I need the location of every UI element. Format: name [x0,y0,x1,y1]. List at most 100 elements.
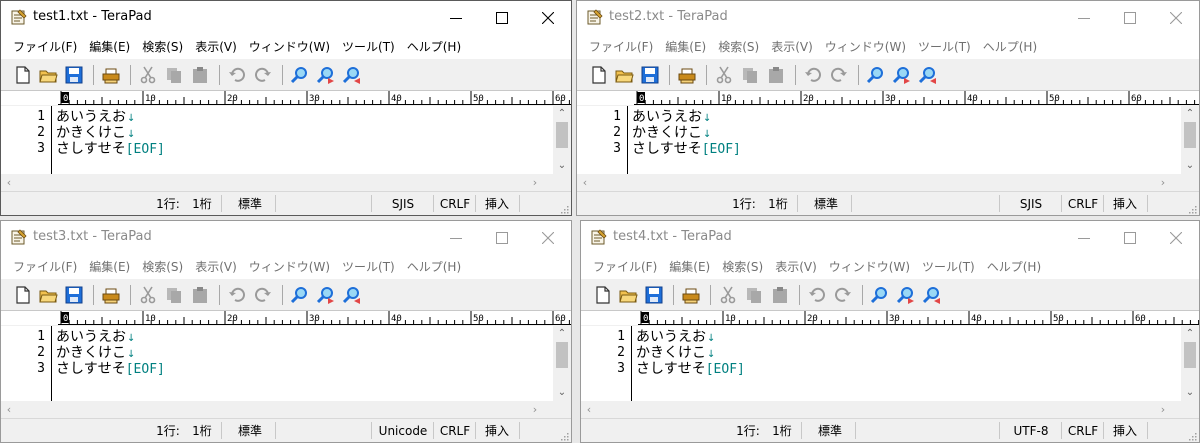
search-button[interactable] [290,65,310,85]
save-button[interactable] [64,65,84,85]
copy-button[interactable] [164,285,184,305]
menu-search[interactable]: 検索(S) [714,35,763,59]
menu-edit[interactable]: 編集(E) [85,255,134,279]
terapad-app-icon[interactable] [591,229,607,245]
undo-button[interactable] [803,65,823,85]
editor-area[interactable]: 1 2 3 あいうえお↓ かきくけこ↓ さしすせそ[EOF] ⌃ ⌄ [1,326,571,401]
search-button[interactable] [870,285,890,305]
menu-view[interactable]: 表示(V) [191,35,241,59]
horizontal-scrollbar[interactable]: ‹ › [581,401,1181,418]
close-button[interactable] [1153,1,1199,35]
paste-button[interactable] [190,65,210,85]
undo-button[interactable] [227,285,247,305]
redo-button[interactable] [253,285,273,305]
scroll-up-icon[interactable]: ⌃ [1181,106,1199,122]
menu-tools[interactable]: ツール(T) [918,255,979,279]
scroll-up-icon[interactable]: ⌃ [1181,326,1199,342]
vertical-scroll-thumb[interactable] [556,122,568,148]
search-next-button[interactable] [316,65,336,85]
menu-tools[interactable]: ツール(T) [338,35,399,59]
maximize-button[interactable] [479,221,525,255]
scroll-left-icon[interactable]: ‹ [1,401,17,418]
text-area[interactable]: あいうえお↓ かきくけこ↓ さしすせそ[EOF] [636,326,1181,401]
text-area[interactable]: あいうえお↓ かきくけこ↓ さしすせそ[EOF] [56,106,553,174]
text-line[interactable]: さしすせそ[EOF] [56,141,165,158]
title-bar[interactable]: test4.txt - TeraPad [581,221,1199,255]
menu-window[interactable]: ウィンドウ(W) [245,35,334,59]
menu-edit[interactable]: 編集(E) [661,35,710,59]
search-next-button[interactable] [316,285,336,305]
menu-window[interactable]: ウィンドウ(W) [245,255,334,279]
search-prev-button[interactable] [342,65,362,85]
menu-tools[interactable]: ツール(T) [914,35,975,59]
text-area[interactable]: あいうえお↓ かきくけこ↓ さしすせそ[EOF] [56,326,553,401]
open-folder-button[interactable] [618,285,638,305]
redo-button[interactable] [253,65,273,85]
copy-button[interactable] [744,285,764,305]
vertical-scroll-thumb[interactable] [1184,122,1196,148]
cut-button[interactable] [138,285,158,305]
undo-button[interactable] [807,285,827,305]
copy-button[interactable] [740,65,760,85]
minimize-button[interactable] [1061,1,1107,35]
resize-grip-icon[interactable] [1187,430,1197,441]
scroll-left-icon[interactable]: ‹ [581,401,597,418]
print-button[interactable] [677,65,697,85]
new-file-button[interactable] [13,285,33,305]
vertical-scroll-thumb[interactable] [556,342,568,368]
editor-area[interactable]: 1 2 3 あいうえお↓ かきくけこ↓ さしすせそ[EOF] ⌃ ⌄ [577,106,1199,174]
save-button[interactable] [64,285,84,305]
cut-button[interactable] [718,285,738,305]
vertical-scrollbar[interactable]: ⌃ ⌄ [553,106,571,174]
terapad-window-1[interactable]: test1.txt - TeraPad ファイル(F) 編集(E) 検索(S) 表示(V… [0,0,572,216]
text-line[interactable]: さしすせそ[EOF] [632,141,741,158]
cut-button[interactable] [714,65,734,85]
new-file-button[interactable] [589,65,609,85]
scroll-down-icon[interactable]: ⌄ [1181,385,1199,401]
menu-view[interactable]: 表示(V) [191,255,241,279]
terapad-app-icon[interactable] [587,9,603,25]
editor-area[interactable]: 1 2 3 あいうえお↓ かきくけこ↓ さしすせそ[EOF] ⌃ ⌄ [1,106,571,174]
scroll-right-icon[interactable]: › [1155,174,1171,191]
new-file-button[interactable] [13,65,33,85]
search-next-button[interactable] [896,285,916,305]
terapad-window-2[interactable]: test2.txt - TeraPad ファイル(F) 編集(E) 検索(S) 表示(V… [576,0,1200,216]
redo-button[interactable] [833,285,853,305]
cut-button[interactable] [138,65,158,85]
scroll-right-icon[interactable]: › [1155,401,1171,418]
minimize-button[interactable] [433,1,479,35]
resize-grip-icon[interactable] [1187,203,1197,214]
menu-help[interactable]: ヘルプ(H) [403,35,465,59]
scroll-down-icon[interactable]: ⌄ [1181,158,1199,174]
search-prev-button[interactable] [918,65,938,85]
new-file-button[interactable] [593,285,613,305]
text-line[interactable]: さしすせそ[EOF] [636,361,745,378]
paste-button[interactable] [766,65,786,85]
scroll-left-icon[interactable]: ‹ [1,174,17,191]
menu-search[interactable]: 検索(S) [138,255,187,279]
menu-view[interactable]: 表示(V) [771,255,821,279]
close-button[interactable] [525,221,571,255]
close-button[interactable] [525,1,571,35]
menu-search[interactable]: 検索(S) [138,35,187,59]
search-prev-button[interactable] [922,285,942,305]
title-bar[interactable]: test3.txt - TeraPad [1,221,571,255]
resize-grip-icon[interactable] [559,430,569,441]
text-line[interactable]: さしすせそ[EOF] [56,361,165,378]
menu-window[interactable]: ウィンドウ(W) [825,255,914,279]
print-button[interactable] [101,65,121,85]
terapad-window-4[interactable]: test4.txt - TeraPad ファイル(F) 編集(E) 検索(S) 表示(V… [580,220,1200,443]
title-bar[interactable]: test2.txt - TeraPad [577,1,1199,35]
terapad-app-icon[interactable] [11,229,27,245]
vertical-scrollbar[interactable]: ⌃ ⌄ [1181,326,1199,401]
scroll-up-icon[interactable]: ⌃ [553,106,571,122]
vertical-scrollbar[interactable]: ⌃ ⌄ [1181,106,1199,174]
search-button[interactable] [866,65,886,85]
menu-edit[interactable]: 編集(E) [85,35,134,59]
save-button[interactable] [640,65,660,85]
text-area[interactable]: あいうえお↓ かきくけこ↓ さしすせそ[EOF] [632,106,1181,174]
save-button[interactable] [644,285,664,305]
scroll-up-icon[interactable]: ⌃ [553,326,571,342]
open-folder-button[interactable] [38,65,58,85]
paste-button[interactable] [770,285,790,305]
